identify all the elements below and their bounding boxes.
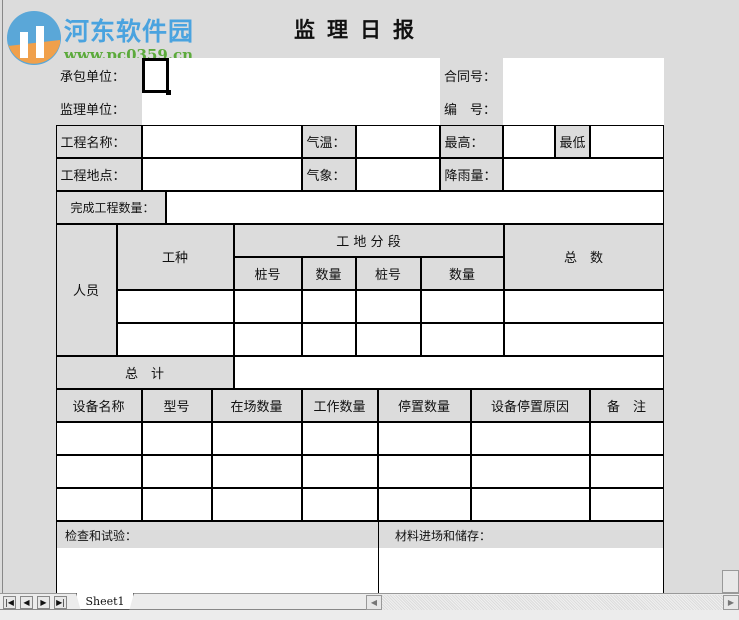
qty-header: 数量 [420,256,504,290]
status-bar [0,610,739,620]
vertical-scrollbar[interactable] [722,570,739,593]
equipment-header: 设备停置原因 [470,388,590,422]
equipment-cell[interactable] [470,487,590,521]
number-label: 编 号： [440,92,503,125]
contract-no-cell[interactable] [503,58,664,92]
min-cell[interactable] [589,124,664,158]
personnel-cell[interactable] [301,289,356,323]
max-label: 最高： [439,124,503,158]
equipment-cell[interactable] [141,487,212,521]
min-label: 最低 [554,124,590,158]
pile-no-header: 桩号 [233,256,302,290]
equipment-cell[interactable] [211,454,302,488]
personnel-cell[interactable] [355,322,421,356]
equipment-cell[interactable] [377,421,471,455]
completed-qty-cell[interactable] [165,190,664,224]
equipment-header: 工作数量 [301,388,378,422]
personnel-cell[interactable] [116,289,234,323]
materials-cell[interactable] [378,548,664,593]
selected-cell[interactable] [142,58,171,95]
project-name-cell[interactable] [141,124,302,158]
equipment-cell[interactable] [301,454,378,488]
equipment-cell[interactable] [301,487,378,521]
personnel-cell[interactable] [503,289,664,323]
personnel-label: 人员 [55,223,117,356]
sheet-tab[interactable]: Sheet1 [76,593,134,610]
temperature-cell[interactable] [355,124,440,158]
weather-cell[interactable] [355,157,440,191]
equipment-header: 停置数量 [377,388,471,422]
equipment-cell[interactable] [589,454,664,488]
next-sheet-button[interactable]: ▶ [37,596,50,609]
equipment-cell[interactable] [211,421,302,455]
equipment-header: 在场数量 [211,388,302,422]
contractor-cell[interactable] [142,58,440,92]
personnel-cell[interactable] [420,289,504,323]
total-header: 总 数 [503,223,664,290]
project-location-cell[interactable] [141,157,302,191]
personnel-cell[interactable] [116,322,234,356]
equipment-cell[interactable] [589,421,664,455]
inspection-cell[interactable] [56,548,378,593]
rainfall-cell[interactable] [502,157,664,191]
personnel-cell[interactable] [301,322,356,356]
grand-total-label: 总 计 [55,355,234,389]
personnel-cell[interactable] [233,289,302,323]
equipment-cell[interactable] [55,421,142,455]
equipment-cell[interactable] [470,454,590,488]
project-location-label: 工程地点： [55,157,142,191]
watermark-logo-icon [7,11,61,65]
first-sheet-button[interactable]: |◀ [3,596,16,609]
page-title: 监理日报 [294,18,426,42]
equipment-cell[interactable] [141,454,212,488]
materials-label: 材料进场和储存： [378,521,664,548]
completed-qty-label: 完成工程数量： [55,190,166,224]
inspection-label: 检查和试验： [56,521,378,548]
equipment-cell[interactable] [141,421,212,455]
contractor-label: 承包单位： [56,58,142,92]
supervisor-cell[interactable] [142,92,440,125]
segment-header: 工 地 分 段 [233,223,504,257]
work-type-header: 工种 [116,223,234,290]
scroll-left-button[interactable]: ◀ [366,595,382,610]
equipment-cell[interactable] [211,487,302,521]
number-cell[interactable] [503,92,664,125]
equipment-cell[interactable] [377,487,471,521]
rainfall-label: 降雨量： [439,157,503,191]
temperature-label: 气温： [301,124,356,158]
personnel-cell[interactable] [233,322,302,356]
last-sheet-button[interactable]: ▶| [54,596,67,609]
personnel-cell[interactable] [503,322,664,356]
equipment-header: 型号 [141,388,212,422]
personnel-cell[interactable] [355,289,421,323]
contract-no-label: 合同号： [440,58,503,92]
horizontal-scrollbar[interactable]: ◀ ▶ [366,595,739,610]
weather-label: 气象： [301,157,356,191]
supervisor-label: 监理单位： [56,92,142,125]
equipment-cell[interactable] [55,487,142,521]
scroll-right-button[interactable]: ▶ [723,595,739,610]
sheet-tab-bar: |◀ ◀ ▶ ▶| Sheet1 ◀ ▶ [0,593,739,610]
prev-sheet-button[interactable]: ◀ [20,596,33,609]
pile-no-header: 桩号 [355,256,421,290]
equipment-cell[interactable] [377,454,471,488]
watermark-name: 河东软件园 [64,17,195,46]
equipment-cell[interactable] [470,421,590,455]
grand-total-cell[interactable] [233,355,664,389]
qty-header: 数量 [301,256,356,290]
equipment-header: 设备名称 [55,388,142,422]
equipment-cell[interactable] [589,487,664,521]
project-name-label: 工程名称： [55,124,142,158]
equipment-cell[interactable] [55,454,142,488]
equipment-cell[interactable] [301,421,378,455]
equipment-header: 备 注 [589,388,664,422]
personnel-cell[interactable] [420,322,504,356]
max-cell[interactable] [502,124,555,158]
window-left-edge [0,0,3,593]
